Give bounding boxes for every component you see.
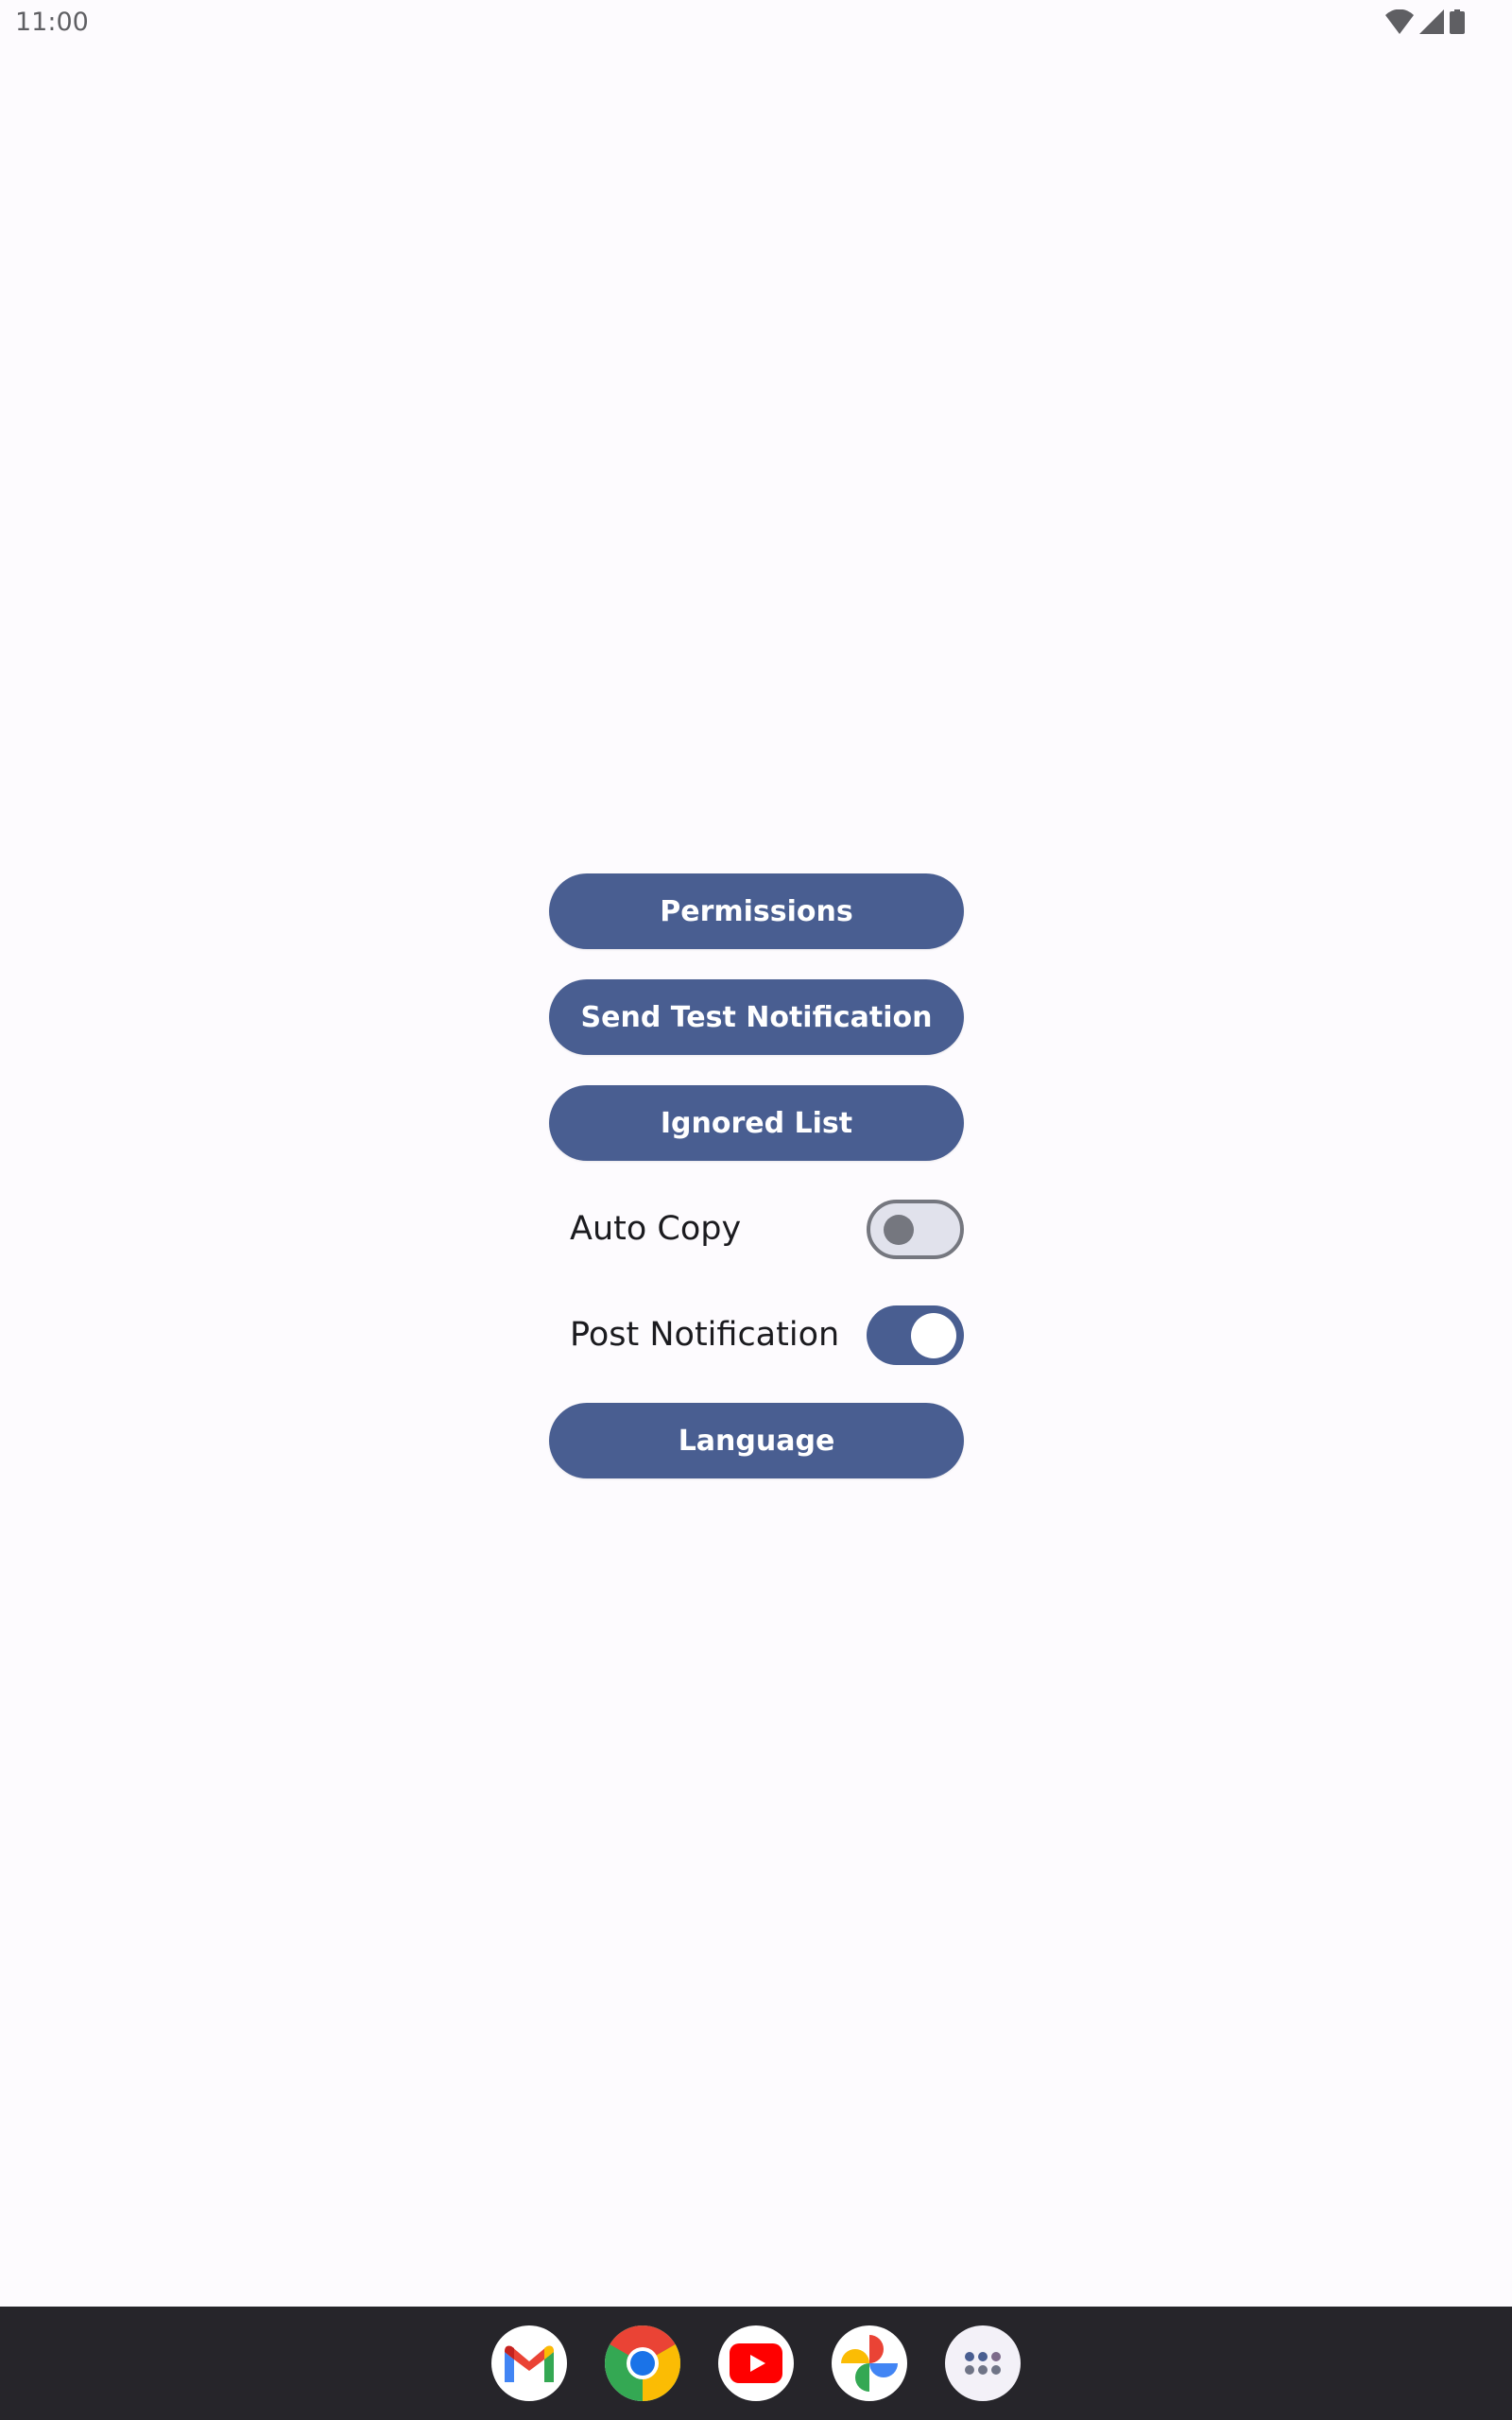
battery-icon xyxy=(1450,9,1465,34)
dock-app-photos[interactable] xyxy=(832,2325,907,2401)
ignored-list-button[interactable]: Ignored List xyxy=(549,1085,964,1161)
post-notification-row: Post Notification xyxy=(549,1305,964,1365)
switch-thumb xyxy=(911,1312,956,1358)
cellular-signal-icon xyxy=(1419,9,1444,34)
app-drawer-icon xyxy=(964,2351,1002,2376)
app-dock xyxy=(0,2307,1512,2420)
auto-copy-switch[interactable] xyxy=(867,1199,964,1259)
dock-app-youtube[interactable] xyxy=(718,2325,794,2401)
post-notification-label: Post Notification xyxy=(570,1316,840,1354)
wifi-icon xyxy=(1385,9,1414,34)
post-notification-switch[interactable] xyxy=(867,1305,964,1365)
language-button[interactable]: Language xyxy=(549,1403,964,1478)
auto-copy-row: Auto Copy xyxy=(549,1199,964,1259)
photos-icon xyxy=(841,2332,898,2394)
send-test-notification-button[interactable]: Send Test Notification xyxy=(549,979,964,1055)
chrome-icon xyxy=(605,2325,680,2401)
status-clock: 11:00 xyxy=(15,8,89,37)
permissions-button[interactable]: Permissions xyxy=(549,873,964,949)
dock-app-chrome[interactable] xyxy=(605,2325,680,2401)
youtube-icon xyxy=(730,2343,782,2383)
auto-copy-label: Auto Copy xyxy=(570,1210,742,1248)
status-bar: 11:00 xyxy=(0,0,1512,47)
status-icons xyxy=(1385,9,1465,34)
gmail-icon xyxy=(503,2342,556,2384)
switch-thumb xyxy=(884,1214,914,1245)
dock-app-gmail[interactable] xyxy=(491,2325,567,2401)
dock-app-drawer[interactable] xyxy=(945,2325,1021,2401)
